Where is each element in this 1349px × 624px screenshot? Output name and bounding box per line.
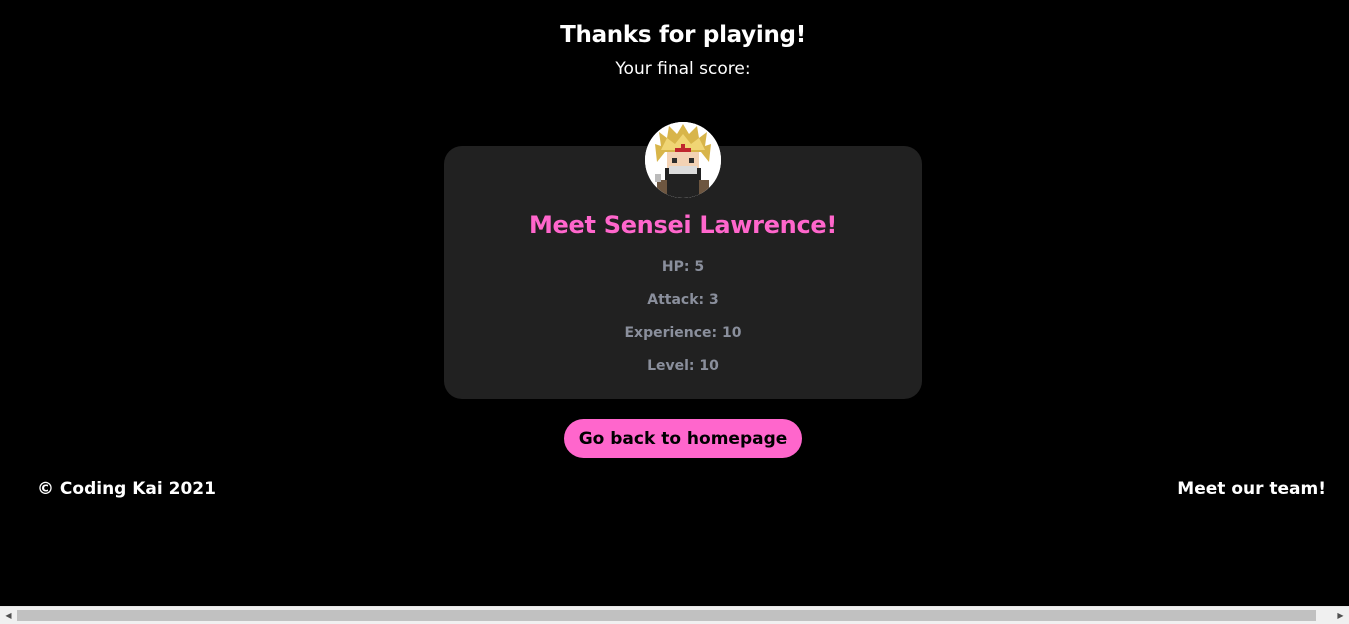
scrollbar-thumb[interactable]: [17, 610, 1316, 621]
scroll-right-arrow-icon[interactable]: ▶: [1332, 607, 1349, 624]
stat-hp: HP: 5: [661, 259, 705, 275]
stat-experience: Experience: 10: [624, 325, 742, 341]
page: Thanks for playing! Your final score: Me…: [0, 0, 1349, 624]
character-name: Meet Sensei Lawrence!: [528, 211, 838, 239]
stat-level: Level: 10: [647, 358, 719, 374]
sensei-avatar-icon: [645, 122, 721, 198]
character-avatar: [645, 122, 721, 198]
footer-copyright: © Coding Kai 2021: [37, 479, 216, 499]
go-home-button[interactable]: Go back to homepage: [564, 419, 802, 458]
scroll-left-arrow-icon[interactable]: ◀: [0, 607, 17, 624]
stat-attack: Attack: 3: [647, 292, 719, 308]
page-subtitle: Your final score:: [615, 59, 751, 79]
meet-team-link[interactable]: Meet our team!: [1177, 479, 1326, 499]
horizontal-scrollbar[interactable]: ◀ ▶: [0, 606, 1349, 624]
page-title: Thanks for playing!: [560, 22, 806, 48]
